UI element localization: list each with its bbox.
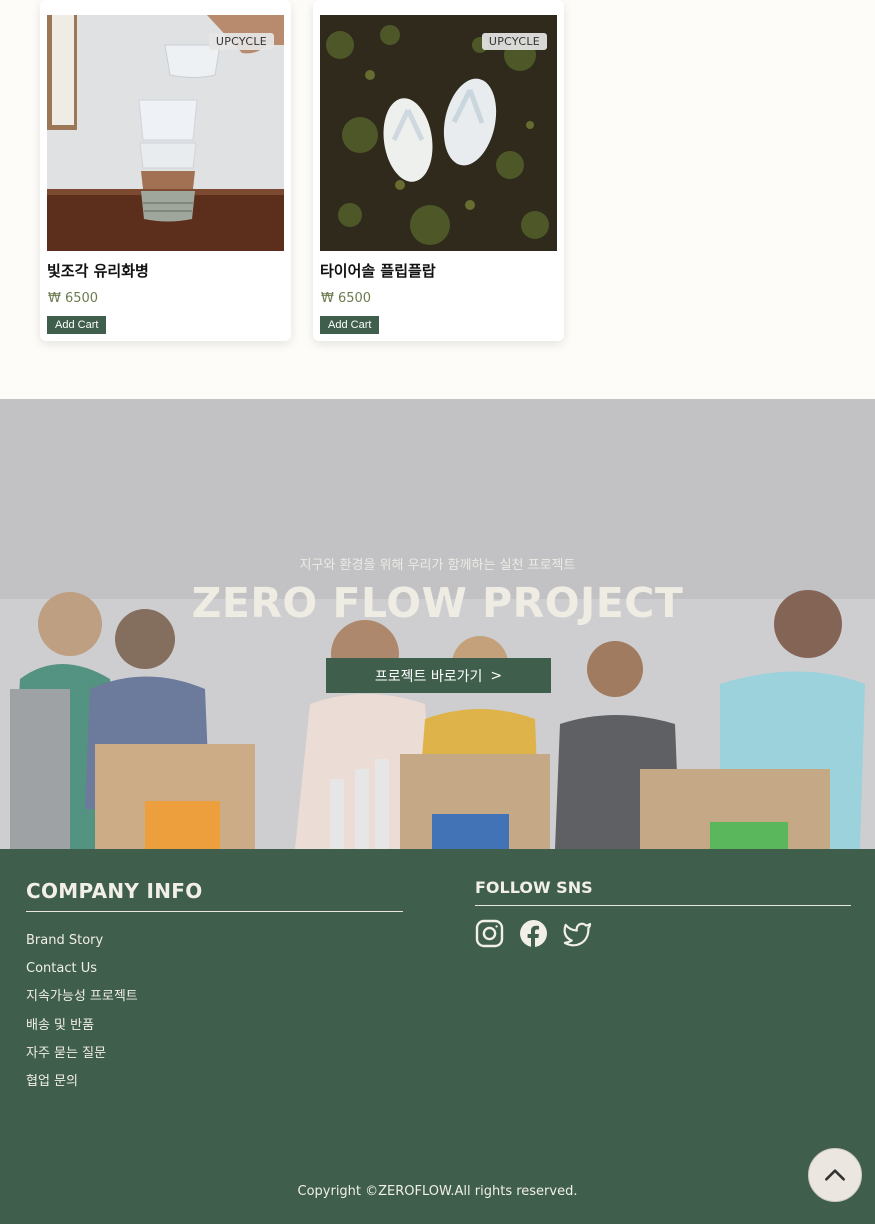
chevron-up-icon — [825, 1169, 845, 1181]
copyright-text: Copyright ©ZEROFLOW.All rights reserved. — [297, 1184, 578, 1199]
instagram-icon[interactable] — [475, 919, 504, 948]
product-card[interactable]: UPCYCLE 빛조각 유리화병 ₩ 6500 Add Cart — [40, 0, 291, 341]
project-banner: 지구와 환경을 위해 우리가 함께하는 실천 프로젝트 ZERO FLOW PR… — [0, 399, 875, 849]
chevron-right-icon: > — [490, 667, 503, 684]
add-cart-button[interactable]: Add Cart — [47, 316, 107, 334]
flip-flops-on-grass-photo — [320, 15, 557, 251]
follow-sns-heading: FOLLOW SNS — [475, 878, 593, 897]
footer-link-faq[interactable]: 자주 묻는 질문 — [26, 1046, 138, 1074]
divider — [475, 905, 851, 906]
product-image-flip-flop[interactable]: UPCYCLE — [320, 15, 557, 251]
add-cart-button[interactable]: Add Cart — [320, 316, 380, 334]
twitter-icon[interactable] — [563, 919, 592, 948]
footer-link-contact-us[interactable]: Contact Us — [26, 961, 138, 989]
divider — [26, 911, 403, 912]
glass-cups-photo — [47, 15, 284, 251]
product-name[interactable]: 타이어솔 플립플랍 — [320, 260, 436, 281]
product-image-glass-vase[interactable]: UPCYCLE — [47, 15, 284, 251]
upcycle-badge: UPCYCLE — [208, 33, 274, 50]
site-footer: COMPANY INFO Brand Story Contact Us 지속가능… — [0, 849, 875, 1224]
product-price: ₩ 6500 — [321, 291, 372, 306]
footer-link-list: Brand Story Contact Us 지속가능성 프로젝트 배송 및 반… — [26, 933, 138, 1102]
footer-link-brand-story[interactable]: Brand Story — [26, 933, 138, 961]
banner-title: ZERO FLOW PROJECT — [191, 579, 684, 627]
company-info-heading: COMPANY INFO — [26, 879, 203, 903]
banner-subtitle: 지구와 환경을 위해 우리가 함께하는 실천 프로젝트 — [299, 558, 576, 573]
facebook-icon[interactable] — [519, 919, 548, 948]
scroll-to-top-button[interactable] — [808, 1148, 862, 1202]
upcycle-badge: UPCYCLE — [481, 33, 547, 50]
project-link-label: 프로젝트 바로가기 — [374, 668, 483, 685]
footer-link-shipping-returns[interactable]: 배송 및 반품 — [26, 1018, 138, 1046]
sns-icon-list — [475, 919, 592, 948]
product-price: ₩ 6500 — [48, 291, 99, 306]
product-name[interactable]: 빛조각 유리화병 — [47, 260, 149, 281]
footer-link-sustainability[interactable]: 지속가능성 프로젝트 — [26, 989, 138, 1017]
project-link-button[interactable]: 프로젝트 바로가기 > — [326, 658, 551, 693]
footer-link-collaboration[interactable]: 협업 문의 — [26, 1074, 138, 1102]
product-list: UPCYCLE 빛조각 유리화병 ₩ 6500 Add Cart UPCYCLE… — [0, 0, 875, 399]
product-card[interactable]: UPCYCLE 타이어솔 플립플랍 ₩ 6500 Add Cart — [313, 0, 564, 341]
